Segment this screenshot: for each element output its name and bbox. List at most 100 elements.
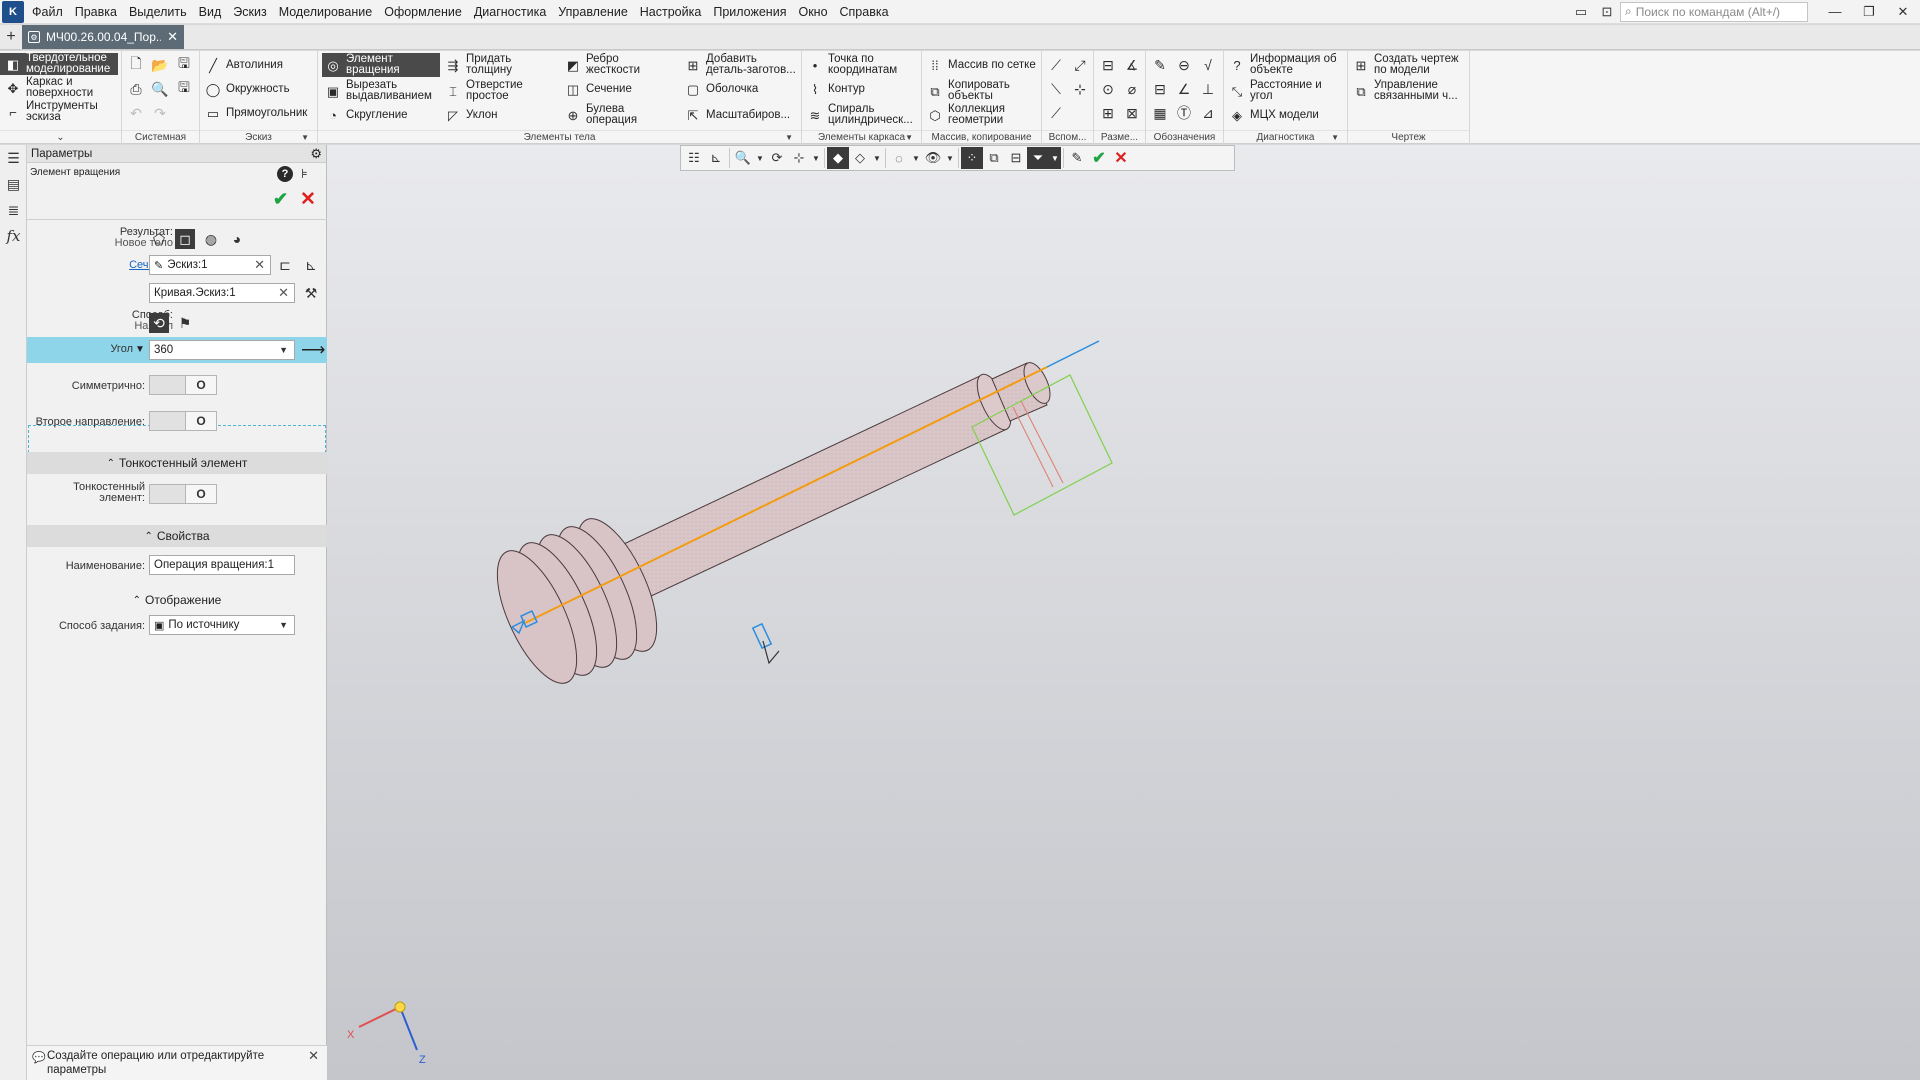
aux-axis-icon[interactable]: ⤢ <box>1070 55 1090 75</box>
minimize-button[interactable]: — <box>1818 0 1852 24</box>
marking-icon[interactable]: ⊥ <box>1198 79 1218 99</box>
circle-button[interactable]: ◯ Окружность <box>204 79 290 99</box>
ok-check-icon[interactable]: ✔ <box>273 189 288 210</box>
zoom-icon[interactable]: 🔍 <box>732 147 754 169</box>
aux-point-icon[interactable]: ⊹ <box>1070 79 1090 99</box>
aux-curve-icon[interactable]: ⟋ <box>1046 103 1066 123</box>
mass-props-button[interactable]: ◈ МЦХ модели <box>1228 105 1319 125</box>
ribbon-collapse[interactable]: ⌄ <box>0 130 121 144</box>
chevron-down-icon[interactable]: ▼ <box>810 147 822 169</box>
diameter-dim-icon[interactable]: ⌀ <box>1122 79 1142 99</box>
menu-design[interactable]: Оформление <box>378 0 468 24</box>
add-blank-button[interactable]: ⊞ Добавить деталь-заготов... <box>684 53 800 77</box>
draft-button[interactable]: ◸ Уклон <box>444 105 498 125</box>
chevron-down-icon[interactable]: ▼ <box>910 147 922 169</box>
weld-icon[interactable]: ∠ <box>1174 79 1194 99</box>
menu-sketch[interactable]: Эскиз <box>227 0 272 24</box>
direction-arrow-icon[interactable]: ⟶ <box>301 340 325 360</box>
rotation-element-button[interactable]: ◎ Элемент вращения <box>322 53 440 77</box>
menu-file[interactable]: Файл <box>26 0 69 24</box>
filter-icon[interactable]: ⏷ <box>1027 147 1049 169</box>
layers-icon[interactable]: ≣ <box>0 197 27 223</box>
model-viewport[interactable]: X Z ☷ ⊾ 🔍 ▼ ⟳ ⊹ ▼ ◆ ◇ ▼ ◌ ▼ 👁 ▼ ⁘ ⧉ ⊟ ⏷ … <box>327 145 1920 1080</box>
tree-icon[interactable]: ⊧ <box>301 166 308 182</box>
table-icon[interactable]: ▦ <box>1150 103 1170 123</box>
apply-check-icon[interactable]: ✔ <box>1088 147 1110 169</box>
distance-angle-button[interactable]: ⤡ Расстояние и угол <box>1228 79 1346 103</box>
second-direction-toggle[interactable]: O <box>149 411 217 431</box>
angle-dim-icon[interactable]: ∡ <box>1122 55 1142 75</box>
preview-icon[interactable]: 🔍 <box>150 79 170 99</box>
chevron-down-icon[interactable]: ▼ <box>279 620 288 630</box>
menu-select[interactable]: Выделить <box>123 0 193 24</box>
display-section-header[interactable]: ⌃ Отображение <box>27 591 327 609</box>
tree-toggle-icon[interactable]: ☷ <box>683 147 705 169</box>
manage-drawings-button[interactable]: ⧉ Управление связанными ч... <box>1352 79 1468 103</box>
axis-field[interactable]: Кривая.Эскиз:1 ✕ <box>149 283 295 303</box>
rotation-axis-line[interactable] <box>524 366 1048 624</box>
operation-name-input[interactable]: Операция вращения:1 <box>149 555 295 575</box>
scale-button[interactable]: ⇱ Масштабиров... <box>684 105 791 125</box>
layout-icon[interactable]: ▭ <box>1568 2 1594 22</box>
method-by-angle-icon[interactable]: ⟲ <box>149 313 169 333</box>
thicken-button[interactable]: ⇶ Придать толщину <box>444 53 554 77</box>
open-folder-icon[interactable]: 📂 <box>150 55 170 75</box>
save-icon[interactable]: 🖫 <box>174 55 194 75</box>
menu-modeling[interactable]: Моделирование <box>273 0 379 24</box>
close-message-icon[interactable]: ✕ <box>308 1049 319 1063</box>
text-mark-icon[interactable]: Ⓣ <box>1174 103 1194 123</box>
chevron-down-icon[interactable]: ▼ <box>871 147 883 169</box>
simple-hole-button[interactable]: ⌶ Отверстие простое <box>444 79 554 103</box>
contour-button[interactable]: ⌇ Контур <box>806 79 865 99</box>
save-all-icon[interactable]: 🖫 <box>174 79 194 99</box>
filter-objects-icon[interactable]: ⊟ <box>1005 147 1027 169</box>
base-mark-icon[interactable]: ⊖ <box>1174 55 1194 75</box>
menu-settings[interactable]: Настройка <box>634 0 708 24</box>
orientation-icon[interactable]: ⊹ <box>788 147 810 169</box>
menu-window[interactable]: Окно <box>792 0 833 24</box>
display-method-select[interactable]: ▣ По источнику ▼ <box>149 615 295 635</box>
eyedropper-icon[interactable]: ✎ <box>1066 147 1088 169</box>
roughness-icon[interactable]: √ <box>1198 55 1218 75</box>
section-button[interactable]: ◫ Сечение <box>564 79 632 99</box>
direction-manipulator[interactable] <box>751 622 780 665</box>
result-new-body-icon[interactable]: ◻ <box>175 229 195 249</box>
linear-dim-icon[interactable]: ⊟ <box>1098 55 1118 75</box>
restore-button[interactable]: ❐ <box>1852 0 1886 24</box>
properties-section-header[interactable]: ⌃ Свойства <box>27 525 327 547</box>
spiral-button[interactable]: ≋ Спираль цилиндрическ... <box>806 103 920 127</box>
clear-axis-icon[interactable]: ✕ <box>278 285 289 301</box>
geometry-collection-button[interactable]: ⬡ Коллекция геометрии <box>926 103 1038 127</box>
command-search-input[interactable]: ⌕ Поиск по командам (Alt+/) <box>1620 1 1808 22</box>
chevron-down-icon[interactable]: ▼ <box>1049 147 1061 169</box>
auto-dim-icon[interactable]: ⊞ <box>1098 103 1118 123</box>
close-tab-icon[interactable]: ✕ <box>167 29 178 45</box>
fillet-button[interactable]: ◔ Скругление <box>324 105 408 125</box>
create-drawing-button[interactable]: ⊞ Создать чертеж по модели <box>1352 53 1468 77</box>
aux-plane-icon[interactable]: ⟋ <box>1046 55 1066 75</box>
menu-management[interactable]: Управление <box>552 0 634 24</box>
extrude-cut-button[interactable]: ▣ Вырезать выдавливанием <box>324 79 442 103</box>
snap-icon[interactable]: ⧉ <box>983 147 1005 169</box>
panel-settings-gear-icon[interactable]: ⚙ <box>310 146 322 162</box>
model-tree-icon[interactable]: ☰ <box>0 145 27 171</box>
chevron-down-icon[interactable]: ▼ <box>754 147 766 169</box>
result-union-icon[interactable]: ◍ <box>201 229 221 249</box>
chain-dim-icon[interactable]: ⊠ <box>1122 103 1142 123</box>
clear-section-icon[interactable]: ✕ <box>254 257 265 273</box>
leader-icon[interactable]: ✎ <box>1150 55 1170 75</box>
position-icon[interactable]: ⊿ <box>1198 103 1218 123</box>
section-sketch-icon[interactable]: ⊾ <box>301 255 321 275</box>
thin-wall-toggle[interactable]: O <box>149 484 217 504</box>
group-expand-icon[interactable]: ▼ <box>301 131 309 145</box>
radial-dim-icon[interactable]: ⊙ <box>1098 79 1118 99</box>
rectangle-button[interactable]: ▭ Прямоугольник <box>204 103 307 123</box>
mode-wireframe[interactable]: ✥ Каркас и поверхности <box>0 76 118 99</box>
variables-fx-icon[interactable]: fx <box>0 223 27 249</box>
grid-array-button[interactable]: ⁞⁞ Массив по сетке <box>926 55 1035 75</box>
wireframe-display-icon[interactable]: ◇ <box>849 147 871 169</box>
chevron-down-icon[interactable]: ▼ <box>279 345 288 355</box>
redo-icon[interactable]: ↷ <box>150 103 170 123</box>
thin-wall-section-header[interactable]: ⌃ Тонкостенный элемент <box>27 452 327 474</box>
new-file-icon[interactable]: 🗋 <box>126 55 146 75</box>
